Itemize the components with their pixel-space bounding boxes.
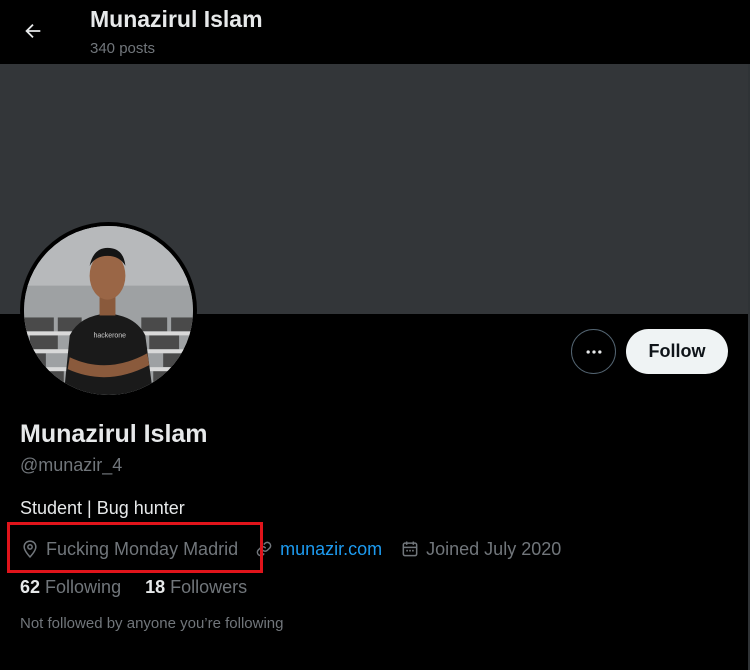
follow-button[interactable]: Follow xyxy=(626,329,728,374)
joined-text: Joined July 2020 xyxy=(426,538,562,559)
header-post-count: 340 posts xyxy=(90,40,156,57)
svg-text:hackerone: hackerone xyxy=(94,332,127,339)
top-bar: Munazirul Islam 340 posts xyxy=(0,0,750,64)
back-button[interactable] xyxy=(14,12,52,50)
calendar-icon xyxy=(402,541,418,557)
profile-website[interactable]: munazir.com xyxy=(254,539,382,560)
profile-joined-date: Joined July 2020 xyxy=(400,539,561,560)
following-label: Following xyxy=(45,577,122,597)
avatar[interactable]: hackerone xyxy=(20,222,197,399)
website-link[interactable]: munazir.com xyxy=(280,539,382,560)
followers-label: Followers xyxy=(170,577,248,597)
following-link[interactable]: 62 Following xyxy=(20,577,121,598)
profile-handle: @munazir_4 xyxy=(20,455,123,475)
avatar-photo: hackerone xyxy=(24,226,193,395)
followers-count: 18 xyxy=(145,577,166,597)
back-arrow-icon xyxy=(25,23,41,39)
mutual-followers-note: Not followed by anyone you’re following xyxy=(20,615,284,632)
following-count: 62 xyxy=(20,577,41,597)
more-dots-icon xyxy=(586,349,601,354)
profile-bio: Student | Bug hunter xyxy=(20,498,185,518)
more-options-button[interactable] xyxy=(571,329,616,374)
header-title: Munazirul Islam xyxy=(90,6,263,32)
profile-display-name: Munazirul Islam xyxy=(20,420,208,448)
follow-stats: 62 Following 18 Followers xyxy=(20,577,271,598)
location-highlight-box xyxy=(7,522,263,573)
followers-link[interactable]: 18 Followers xyxy=(145,577,247,598)
